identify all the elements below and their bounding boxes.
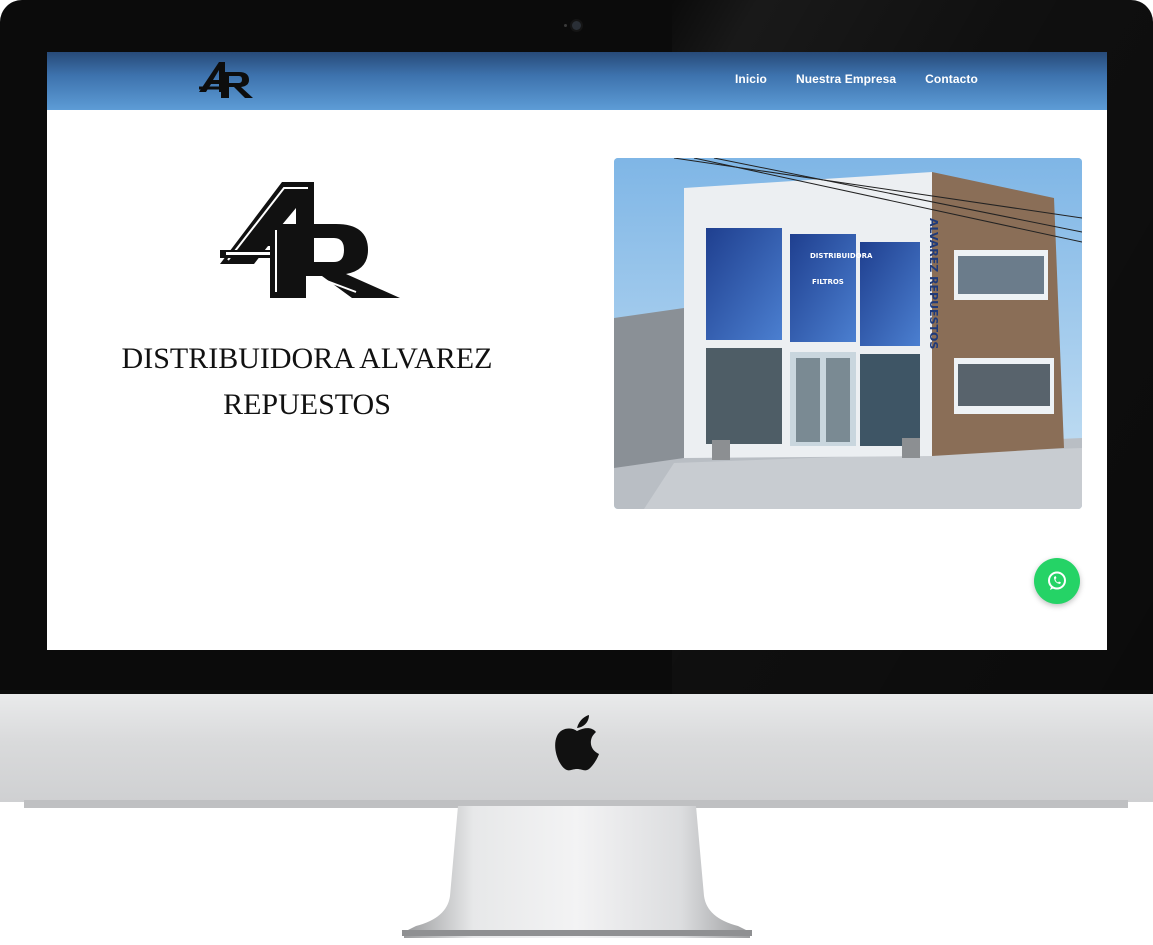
apple-logo-icon <box>555 715 599 771</box>
webcam-icon <box>572 21 581 30</box>
storefront-photo: ALVAREZ REPUESTOS DISTRIBUIDORA FILTROS <box>614 158 1082 509</box>
whatsapp-button[interactable] <box>1034 558 1080 604</box>
nav-link-contacto[interactable]: Contacto <box>925 72 978 86</box>
sign-filters-text: FILTROS <box>812 278 844 286</box>
company-name: DISTRIBUIDORA ALVAREZ REPUESTOS <box>87 336 527 428</box>
nav-link-inicio[interactable]: Inicio <box>735 72 767 86</box>
company-name-line1: DISTRIBUIDORA ALVAREZ <box>121 342 493 375</box>
company-name-line2: REPUESTOS <box>223 388 391 421</box>
monitor-stand <box>402 806 752 938</box>
sign-brand-text: DISTRIBUIDORA <box>810 252 873 260</box>
website-screen: Inicio Nuestra Empresa Contacto DISTRIBU… <box>47 52 1107 650</box>
hero-ar-logo <box>220 182 400 298</box>
navbar: Inicio Nuestra Empresa Contacto <box>47 52 1107 110</box>
nav-link-nuestra-empresa[interactable]: Nuestra Empresa <box>796 72 896 86</box>
ar-logo[interactable] <box>195 58 257 100</box>
nav-menu: Inicio Nuestra Empresa Contacto <box>735 72 978 86</box>
whatsapp-icon <box>1048 571 1066 590</box>
sign-vertical-text: ALVAREZ REPUESTOS <box>927 218 940 349</box>
camera-sensor <box>564 24 567 27</box>
